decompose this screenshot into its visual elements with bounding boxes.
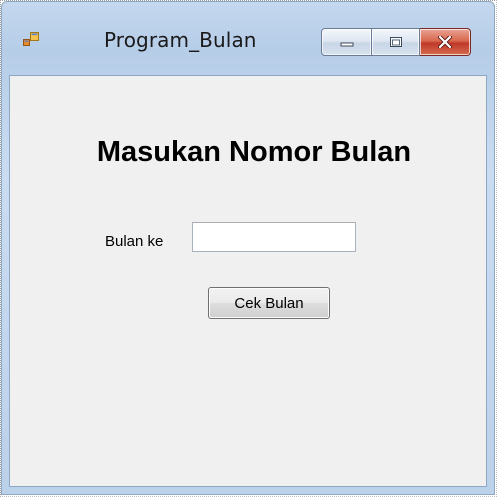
close-button[interactable]: [420, 28, 471, 56]
maximize-icon: [389, 33, 403, 52]
maximize-button[interactable]: [372, 28, 420, 56]
form-client-area: Masukan Nomor Bulan Bulan ke Cek Bulan: [9, 75, 487, 487]
close-icon: [438, 33, 452, 52]
minimize-icon: [339, 33, 355, 52]
check-month-button[interactable]: Cek Bulan: [208, 287, 330, 319]
caption-buttons: [321, 28, 481, 58]
window-title: Program_Bulan: [104, 28, 257, 52]
form-heading: Masukan Nomor Bulan: [96, 136, 412, 168]
title-bar[interactable]: Program_Bulan: [1, 1, 495, 75]
month-label: Bulan ke: [105, 233, 164, 250]
minimize-button[interactable]: [321, 28, 372, 56]
month-number-input[interactable]: [192, 222, 356, 252]
form-icon: [23, 31, 39, 47]
app-window: Program_Bulan Masukan Nomor Bulan Bulan …: [1, 1, 495, 495]
